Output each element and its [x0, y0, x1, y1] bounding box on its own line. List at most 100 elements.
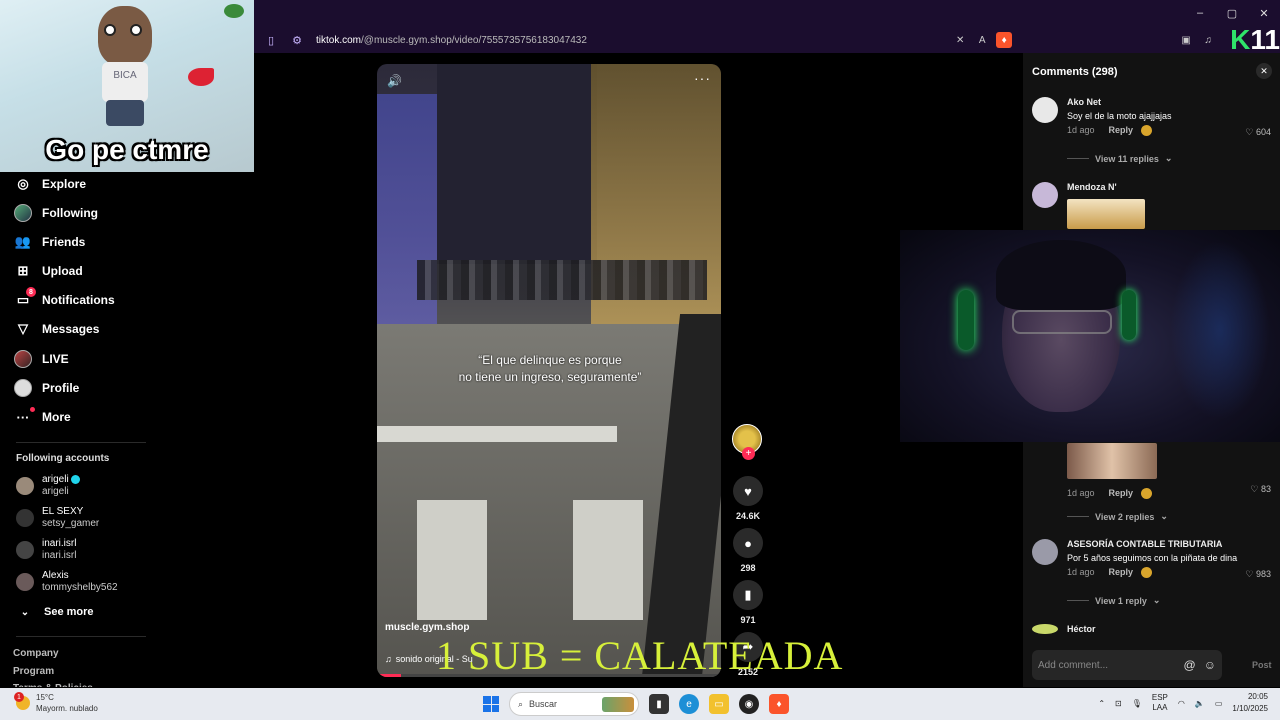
avatar[interactable]	[1032, 624, 1058, 634]
heart-outline-icon: ♡	[1245, 127, 1254, 137]
comment-author[interactable]: Héctor	[1067, 624, 1279, 634]
address-bar[interactable]: ▯ ⚙ tiktok.com/@muscle.gym.shop/video/75…	[254, 26, 1280, 54]
like-button[interactable]: ♥ 24.6K	[732, 476, 764, 521]
comment-author[interactable]: ASESORÍA CONTABLE TRIBUTARIA	[1067, 539, 1279, 549]
footer-company[interactable]: Company	[13, 648, 59, 659]
nav-live[interactable]: LIVE	[14, 347, 69, 371]
nav-following[interactable]: Following	[14, 201, 98, 225]
bookmark-icon[interactable]: ▯	[262, 31, 280, 49]
weather-widget[interactable]: 1 15°C Mayorm. nublado	[14, 692, 98, 714]
site-settings-icon[interactable]: ⚙	[288, 31, 306, 49]
lang-code: ESP	[1151, 693, 1168, 702]
avatar[interactable]	[1032, 97, 1058, 123]
mic-icon[interactable]: 🎙	[1132, 699, 1142, 708]
crosswalk-stripe	[573, 500, 643, 620]
mention-icon[interactable]: @	[1184, 658, 1196, 672]
footer-program[interactable]: Program	[13, 666, 54, 677]
brave-icon[interactable]: ♦	[769, 694, 789, 714]
reply-button[interactable]: Reply	[1109, 488, 1134, 499]
brave-shields-icon[interactable]: ♦	[996, 32, 1013, 48]
network-icon[interactable]: ⊡	[1115, 699, 1122, 708]
chevron-down-icon: ⌄	[1152, 595, 1161, 605]
emoji-icon[interactable]	[1141, 125, 1153, 136]
nav-messages[interactable]: ▽ Messages	[14, 317, 99, 341]
music-note-icon: ♫	[385, 654, 392, 664]
emoji-icon[interactable]	[1141, 488, 1153, 499]
save-button[interactable]: ▮ 971	[732, 580, 764, 625]
follow-plus-icon[interactable]: +	[742, 447, 755, 460]
close-icon[interactable]: ✕	[1256, 63, 1272, 79]
nav-explore[interactable]: ◎ Explore	[14, 172, 86, 196]
view-replies-button[interactable]: View 11 replies ⌄	[1067, 153, 1172, 164]
nav-more[interactable]: ··· More	[14, 405, 71, 429]
maximize-button[interactable]: ▢	[1216, 0, 1248, 26]
chevron-down-icon: ⌄	[1160, 511, 1168, 521]
battery-icon[interactable]: ▭	[1215, 699, 1223, 708]
character-eye	[130, 24, 142, 36]
comment-text: Soy el de la moto ajajjajas	[1067, 111, 1172, 121]
nav-profile[interactable]: Profile	[14, 376, 79, 400]
comment-author[interactable]: Mendoza N'	[1067, 182, 1279, 192]
character-pants	[106, 100, 144, 126]
creator-avatar: +	[732, 424, 762, 460]
account-alexis[interactable]: Alexis tommyshelby562	[16, 570, 118, 594]
view-replies-button[interactable]: View 1 reply ⌄	[1067, 595, 1160, 606]
comment-like-button[interactable]: ♡ 604	[1245, 127, 1271, 138]
account-name: EL SEXY	[42, 506, 84, 517]
emoji-picker-icon[interactable]: ☺	[1204, 658, 1216, 672]
avatar	[16, 477, 34, 495]
volume-icon[interactable]: 🔈	[1195, 699, 1205, 708]
windows-start-icon[interactable]	[483, 696, 499, 712]
wifi-icon[interactable]: ◠	[1178, 699, 1185, 708]
tray-chevron-icon[interactable]: ⌃	[1098, 699, 1105, 708]
view-replies-button[interactable]: View 2 replies ⌄	[1067, 511, 1168, 522]
account-inari[interactable]: inari.isrl inari.isrl	[16, 538, 76, 562]
account-user: setsy_gamer	[42, 518, 100, 529]
comment-sticker-image	[1067, 199, 1145, 229]
footer-terms[interactable]: Terms & Policies	[13, 683, 93, 687]
url-text[interactable]: tiktok.com/@muscle.gym.shop/video/755573…	[316, 35, 587, 46]
video-quote: “El que delinque es porque no tiene un i…	[417, 352, 683, 386]
emoji-icon[interactable]	[1141, 567, 1153, 578]
post-button[interactable]: Post	[1252, 660, 1272, 670]
task-view-icon[interactable]: ▮	[649, 694, 669, 714]
account-name: Alexis	[42, 570, 69, 581]
nav-upload[interactable]: ⊞ Upload	[14, 259, 83, 283]
video-menu-icon[interactable]: ···	[694, 70, 711, 86]
close-window-button[interactable]: ✕	[1248, 0, 1280, 26]
comment-like-button[interactable]: ♡ 83	[1250, 484, 1271, 495]
comment-like-button[interactable]: ♡ 983	[1245, 569, 1271, 580]
clock[interactable]: 20:05 1/10/2025	[1232, 691, 1268, 715]
mute-tab-icon[interactable]: ✕	[952, 32, 968, 48]
stream-overlay-caption: 1 SUB = CALATEADA	[436, 633, 844, 678]
edge-icon[interactable]: e	[679, 694, 699, 714]
nav-notifications[interactable]: ▭ 8 Notifications	[14, 287, 115, 312]
account-el-sexy[interactable]: EL SEXY setsy_gamer	[16, 506, 99, 530]
video-player[interactable]: 🔊 ··· “El que delinque es porque no tien…	[377, 64, 721, 677]
file-explorer-icon[interactable]: ▭	[709, 694, 729, 714]
weather-icon: 1	[14, 692, 30, 710]
reply-button[interactable]: Reply	[1109, 125, 1134, 136]
music-icon[interactable]: ♫	[1200, 32, 1216, 48]
minimize-button[interactable]: –	[1184, 0, 1216, 26]
account-arigeli[interactable]: arigeli arigeli	[16, 474, 81, 498]
comment-author[interactable]: Ako Net	[1067, 97, 1279, 107]
obs-icon[interactable]: ◉	[739, 694, 759, 714]
see-more-button[interactable]: ⌄ See more	[16, 600, 94, 624]
avatar[interactable]	[1032, 539, 1058, 565]
volume-icon[interactable]: 🔊	[387, 74, 403, 90]
nav-friends[interactable]: 👥 Friends	[14, 230, 85, 254]
language-indicator[interactable]: ESP LAA	[1152, 693, 1168, 713]
crosswalk-stripe	[377, 426, 617, 442]
avatar[interactable]	[1032, 182, 1058, 208]
url-domain: tiktok.com	[316, 34, 362, 46]
add-comment-input[interactable]: Add comment... @ ☺	[1032, 650, 1222, 680]
reply-button[interactable]: Reply	[1109, 567, 1134, 578]
chevron-down-icon: ⌄	[20, 606, 30, 618]
comment-button[interactable]: ● 298	[732, 528, 764, 573]
sidebar-icon[interactable]: ▣	[1178, 32, 1194, 48]
translate-icon[interactable]: A	[974, 32, 990, 48]
search-placeholder: Buscar	[529, 699, 558, 709]
creator-avatar-button[interactable]: +	[732, 424, 764, 460]
taskbar-search[interactable]: ⌕ Buscar	[509, 692, 639, 716]
